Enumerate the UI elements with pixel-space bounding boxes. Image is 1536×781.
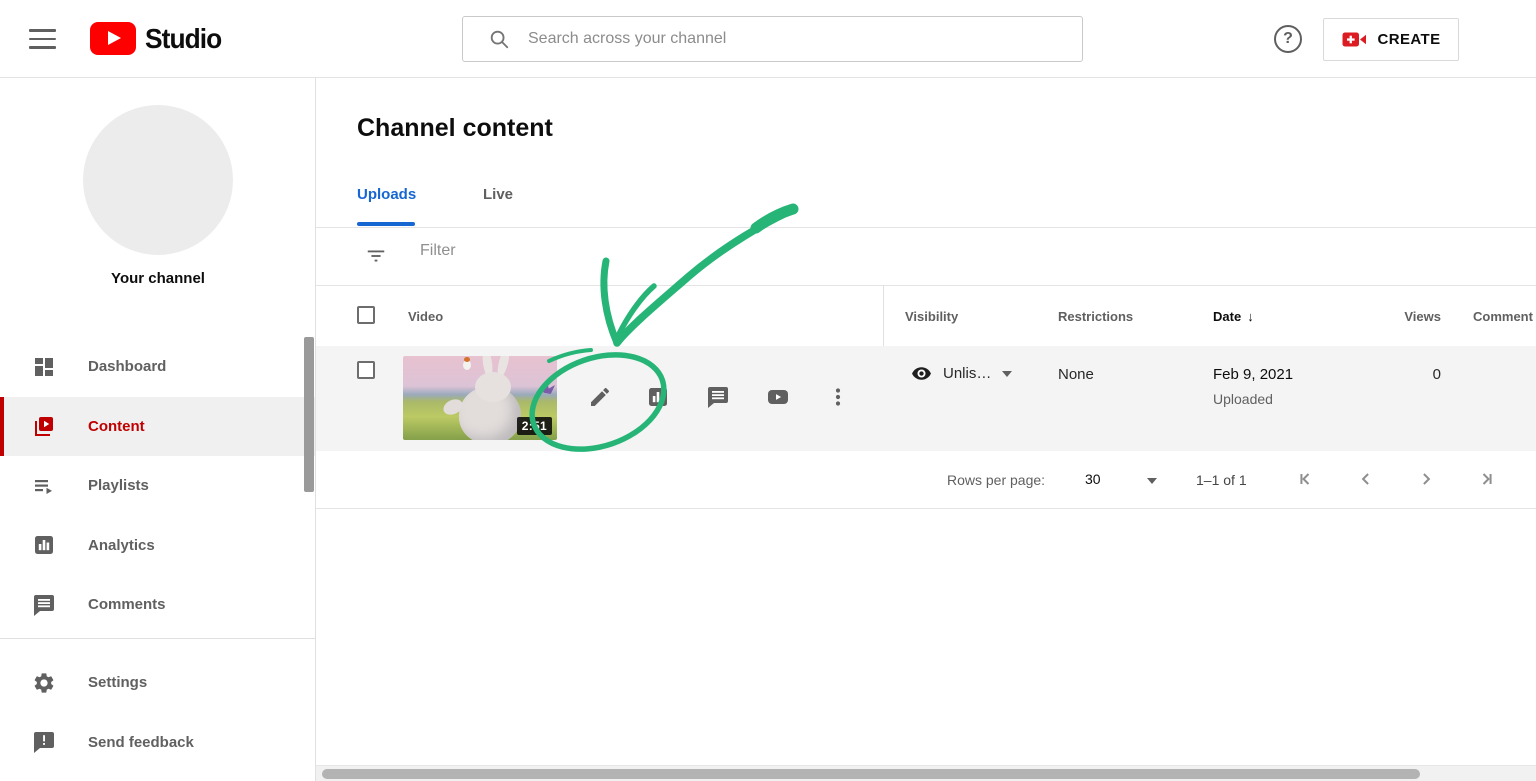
page-title: Channel content bbox=[357, 114, 553, 143]
visibility-dropdown-caret-icon[interactable] bbox=[1002, 371, 1012, 377]
video-camera-plus-icon bbox=[1342, 31, 1367, 48]
video-duration-badge: 2:51 bbox=[517, 417, 552, 435]
tab-live[interactable]: Live bbox=[483, 186, 513, 203]
table-header-row: Video Visibility Restrictions Date ↓ View… bbox=[316, 285, 1536, 346]
sidebar-item-comments[interactable]: Comments bbox=[0, 575, 315, 635]
sidebar-scrollbar-thumb[interactable] bbox=[304, 337, 314, 492]
playlists-icon bbox=[32, 474, 56, 498]
restrictions-cell: None bbox=[1058, 366, 1094, 383]
row-checkbox[interactable] bbox=[357, 361, 375, 379]
thumbnail-art bbox=[475, 372, 511, 402]
sidebar-item-label: Dashboard bbox=[88, 358, 166, 375]
filter-input[interactable] bbox=[420, 242, 820, 260]
row-comments-icon[interactable] bbox=[706, 385, 730, 409]
column-header-views[interactable]: Views bbox=[1400, 309, 1441, 324]
youtube-studio-app: Studio ? CREATE Your channel bbox=[0, 0, 1536, 781]
sidebar-item-label: Playlists bbox=[88, 477, 149, 494]
thumbnail-art bbox=[541, 382, 555, 394]
sidebar-item-label: Settings bbox=[88, 674, 147, 691]
row-analytics-icon[interactable] bbox=[646, 385, 670, 409]
thumbnail-art bbox=[463, 360, 471, 370]
sidebar-item-content[interactable]: Content bbox=[0, 397, 315, 457]
visibility-value: Unlis… bbox=[943, 365, 991, 382]
previous-page-button[interactable] bbox=[1353, 466, 1379, 492]
date-header-label: Date bbox=[1213, 309, 1241, 324]
column-header-date[interactable]: Date ↓ bbox=[1213, 309, 1254, 324]
views-cell: 0 bbox=[1341, 366, 1441, 383]
table-pagination: Rows per page: 30 1–1 of 1 bbox=[316, 451, 1536, 508]
channel-avatar[interactable] bbox=[83, 105, 233, 255]
filter-bar bbox=[316, 228, 1536, 285]
help-icon[interactable]: ? bbox=[1274, 25, 1302, 53]
search-input[interactable] bbox=[528, 30, 1082, 48]
last-page-icon bbox=[1476, 469, 1496, 489]
sidebar-item-send-feedback[interactable]: Send feedback bbox=[0, 713, 315, 773]
youtube-play-logo-icon bbox=[90, 22, 136, 55]
gear-icon bbox=[32, 671, 56, 695]
top-app-bar: Studio ? CREATE bbox=[0, 0, 1536, 78]
sidebar-nav: Dashboard Content Playlists bbox=[0, 337, 315, 635]
sidebar: Your channel Dashboard Content bbox=[0, 78, 316, 781]
select-all-checkbox[interactable] bbox=[357, 306, 375, 324]
more-options-kebab-icon[interactable] bbox=[826, 385, 850, 409]
horizontal-scrollbar-thumb[interactable] bbox=[322, 769, 1420, 779]
pagination-divider bbox=[316, 508, 1536, 509]
channel-label: Your channel bbox=[0, 270, 316, 287]
youtube-studio-logo[interactable]: Studio bbox=[90, 22, 226, 55]
sidebar-item-analytics[interactable]: Analytics bbox=[0, 516, 315, 576]
hamburger-menu-icon[interactable] bbox=[29, 27, 56, 51]
feedback-icon bbox=[32, 730, 56, 754]
eye-visibility-icon bbox=[911, 363, 932, 384]
sidebar-item-playlists[interactable]: Playlists bbox=[0, 456, 315, 516]
sort-descending-arrow-icon: ↓ bbox=[1247, 309, 1254, 324]
content-icon bbox=[32, 414, 56, 438]
sidebar-divider bbox=[0, 638, 315, 639]
video-thumbnail[interactable]: 2:51 bbox=[403, 356, 557, 440]
create-button-label: CREATE bbox=[1378, 31, 1441, 48]
rows-per-page-value[interactable]: 30 bbox=[1085, 471, 1101, 487]
dashboard-icon bbox=[32, 355, 56, 379]
analytics-icon bbox=[32, 533, 56, 557]
first-page-button[interactable] bbox=[1293, 466, 1319, 492]
logo-text: Studio bbox=[145, 23, 221, 55]
next-page-button[interactable] bbox=[1413, 466, 1439, 492]
column-header-restrictions[interactable]: Restrictions bbox=[1058, 309, 1133, 324]
sidebar-item-dashboard[interactable]: Dashboard bbox=[0, 337, 315, 397]
sidebar-item-label: Analytics bbox=[88, 537, 155, 554]
sidebar-item-label: Comments bbox=[88, 596, 166, 613]
visibility-cell[interactable]: Unlis… bbox=[911, 363, 1012, 384]
filter-icon bbox=[365, 245, 387, 267]
column-header-comments[interactable]: Comment bbox=[1473, 309, 1533, 324]
main-content: Channel content Uploads Live Video Visib… bbox=[316, 78, 1536, 781]
active-tab-underline bbox=[357, 222, 415, 226]
horizontal-scrollbar bbox=[316, 765, 1536, 781]
tab-uploads[interactable]: Uploads bbox=[357, 186, 416, 203]
column-header-visibility[interactable]: Visibility bbox=[905, 309, 958, 324]
channel-search[interactable] bbox=[462, 16, 1083, 62]
chevron-left-icon bbox=[1356, 469, 1376, 489]
sidebar-footer: Settings Send feedback bbox=[0, 653, 315, 772]
watch-on-youtube-icon[interactable] bbox=[766, 385, 790, 409]
sidebar-item-label: Send feedback bbox=[88, 734, 194, 751]
column-header-video[interactable]: Video bbox=[408, 309, 443, 324]
create-button[interactable]: CREATE bbox=[1323, 18, 1459, 61]
last-page-button[interactable] bbox=[1473, 466, 1499, 492]
rows-per-page-caret-icon[interactable] bbox=[1147, 478, 1157, 484]
rows-per-page-label: Rows per page: bbox=[947, 472, 1045, 488]
chevron-right-icon bbox=[1416, 469, 1436, 489]
search-icon bbox=[488, 28, 510, 50]
date-sub-label: Uploaded bbox=[1213, 391, 1273, 407]
sidebar-item-settings[interactable]: Settings bbox=[0, 653, 315, 713]
edit-pencil-icon[interactable] bbox=[588, 385, 612, 409]
table-row[interactable]: 2:51 bbox=[316, 346, 1536, 451]
pagination-range: 1–1 of 1 bbox=[1196, 472, 1247, 488]
sidebar-item-label: Content bbox=[88, 418, 145, 435]
first-page-icon bbox=[1296, 469, 1316, 489]
date-cell: Feb 9, 2021 bbox=[1213, 366, 1293, 383]
comments-icon bbox=[32, 593, 56, 617]
